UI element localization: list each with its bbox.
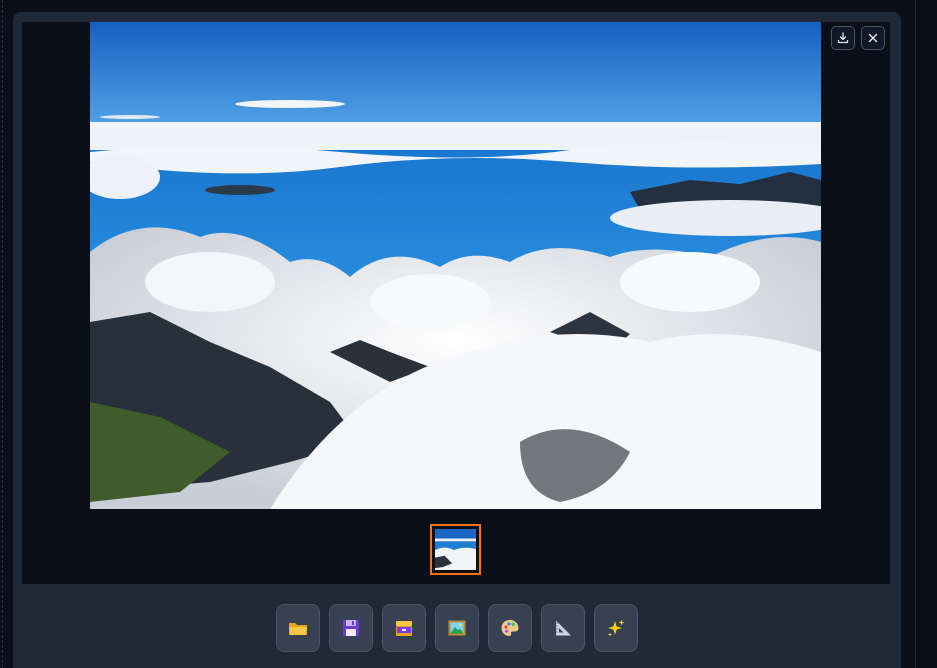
send-to-inpaint-button[interactable]	[488, 604, 532, 652]
open-folder-button[interactable]	[276, 604, 320, 652]
enhance-button[interactable]	[594, 604, 638, 652]
image-preview[interactable]	[90, 22, 821, 509]
framed-picture-icon	[448, 620, 466, 636]
download-button[interactable]	[831, 26, 855, 50]
send-to-extras-button[interactable]	[541, 604, 585, 652]
card-file-box-icon	[396, 621, 412, 636]
send-to-image-button[interactable]	[435, 604, 479, 652]
landscape-image	[90, 22, 821, 509]
action-toolbar	[276, 604, 638, 652]
floppy-disk-icon	[343, 620, 359, 636]
folder-icon	[289, 623, 307, 635]
close-icon	[868, 33, 878, 43]
thumbnail-image	[435, 529, 476, 570]
artist-palette-icon	[501, 620, 519, 636]
sparkles-icon	[608, 619, 625, 637]
download-icon	[837, 32, 849, 44]
close-button[interactable]	[861, 26, 885, 50]
thumbnail-selected[interactable]	[430, 524, 481, 575]
triangular-ruler-icon	[556, 620, 571, 636]
left-divider	[2, 0, 3, 668]
archive-button[interactable]	[382, 604, 426, 652]
right-divider	[915, 0, 916, 668]
save-button[interactable]	[329, 604, 373, 652]
